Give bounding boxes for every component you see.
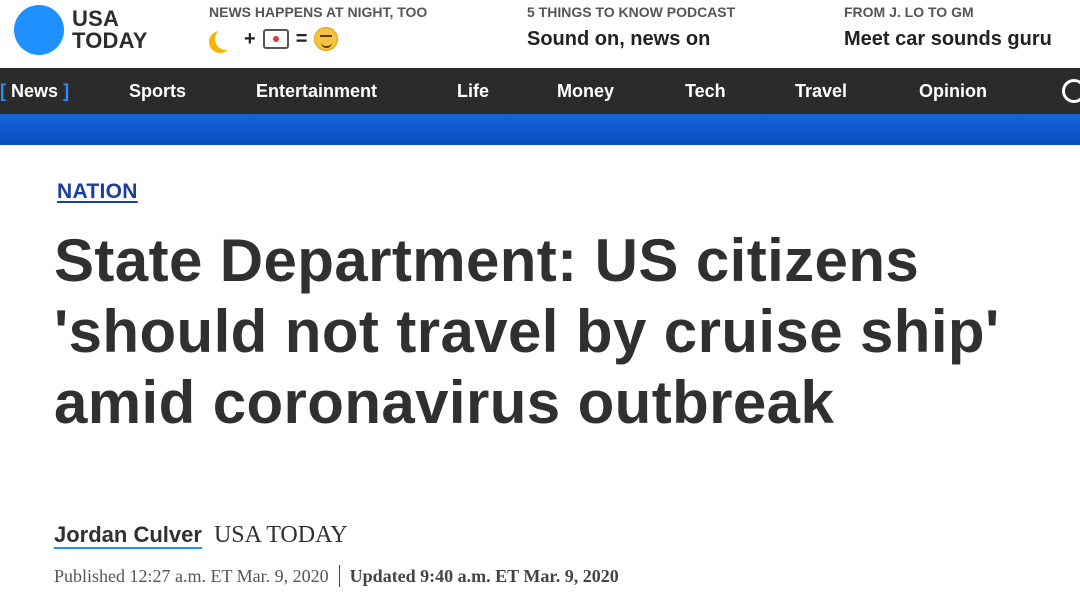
date-divider — [338, 565, 340, 587]
logo-line-1: USA — [72, 6, 120, 31]
nav-label-news: News — [11, 81, 59, 101]
active-bracket-open: [ — [0, 81, 6, 101]
active-bracket-close: ] — [63, 81, 70, 101]
promo-kicker: FROM J. LO TO GM — [844, 4, 974, 20]
smile-icon — [314, 27, 339, 51]
promo-kicker: NEWS HAPPENS AT NIGHT, TOO — [209, 4, 428, 20]
byline-source: USA TODAY — [213, 522, 348, 548]
tv-icon — [262, 29, 289, 49]
author-link[interactable]: Jordan Culver — [54, 522, 202, 548]
nav-item-life[interactable]: Life — [457, 68, 489, 114]
published-date: Published 12:27 a.m. ET Mar. 9, 2020 — [54, 565, 329, 586]
logo-text: USA TODAY — [72, 8, 148, 52]
promo-headline: Meet car sounds guru — [844, 28, 1052, 50]
nav-item-tech[interactable]: Tech — [685, 68, 726, 114]
promo-emoji-row: + = — [209, 26, 427, 52]
logo-line-2: TODAY — [72, 28, 148, 53]
brand-band — [0, 114, 1080, 145]
nav-item-sports[interactable]: Sports — [129, 68, 186, 114]
promo-night-news[interactable]: NEWS HAPPENS AT NIGHT, TOO + = — [209, 3, 427, 52]
promo-kicker: 5 THINGS TO KNOW PODCAST — [527, 4, 736, 20]
article-dates: Published 12:27 a.m. ET Mar. 9, 2020 Upd… — [54, 565, 619, 587]
nav-item-entertainment[interactable]: Entertainment — [256, 68, 377, 114]
search-icon[interactable] — [1062, 79, 1080, 103]
nav-item-travel[interactable]: Travel — [795, 68, 847, 114]
equals-sign: = — [295, 27, 308, 50]
nav-item-news[interactable]: [ News ] — [0, 68, 69, 114]
nav-item-opinion[interactable]: Opinion — [919, 68, 987, 114]
logo-circle-icon — [14, 5, 64, 55]
promo-car-sounds[interactable]: FROM J. LO TO GM Meet car sounds guru — [844, 3, 1052, 54]
usa-today-logo[interactable]: USA TODAY — [14, 5, 148, 55]
top-header: USA TODAY NEWS HAPPENS AT NIGHT, TOO + =… — [0, 0, 1080, 68]
byline: Jordan Culver USA TODAY — [54, 522, 348, 549]
nav-item-money[interactable]: Money — [557, 68, 614, 114]
section-link-nation[interactable]: NATION — [57, 180, 138, 204]
article-headline: State Department: US citizens 'should no… — [54, 227, 1000, 436]
moon-icon — [215, 28, 237, 50]
promo-podcast[interactable]: 5 THINGS TO KNOW PODCAST Sound on, news … — [527, 3, 735, 54]
promo-headline: Sound on, news on — [527, 28, 711, 50]
main-nav: [ News ] Sports Entertainment Life Money… — [0, 68, 1080, 114]
updated-date: Updated 9:40 a.m. ET Mar. 9, 2020 — [349, 565, 619, 586]
plus-sign: + — [244, 27, 256, 50]
